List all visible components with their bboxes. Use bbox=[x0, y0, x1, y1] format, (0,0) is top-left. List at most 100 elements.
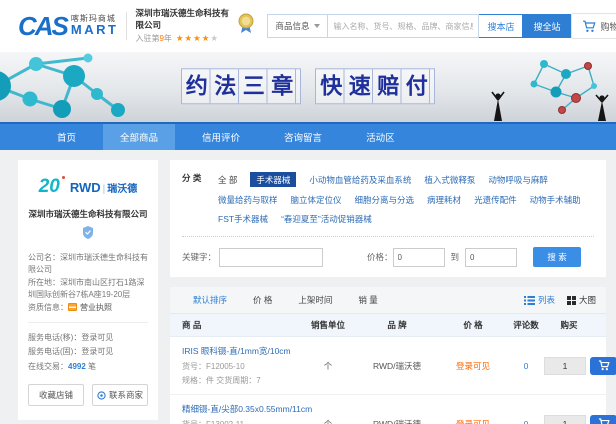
search-category-dropdown[interactable]: 商品信息 bbox=[267, 14, 327, 38]
quantity-input[interactable] bbox=[544, 415, 586, 424]
product-cell: 精细镊-直/尖部0.35x0.55mm/11cm 货号：F13002-11 规格… bbox=[182, 403, 300, 424]
category-links: 全 部 手术器械 小动物血管给药及采血系统 植入式微释泵 动物呼吸与麻醉 微量给… bbox=[214, 172, 594, 225]
star-icon: ★ bbox=[193, 34, 201, 43]
category-surgery-assist[interactable]: 动物手术辅助 bbox=[530, 194, 581, 206]
address-line: 所在地：深圳市南山区打石1路深圳国际创新谷7栋A座19-20层 bbox=[28, 277, 148, 302]
table-row: IRIS 眼科镊-直/1mm宽/10cm 货号：F12005-10 规格：件 交… bbox=[170, 337, 606, 395]
shop-name: 深圳市瑞沃德生命科技有限公司 bbox=[28, 208, 148, 220]
store-rating: 入驻第9年 ★★★★★ bbox=[135, 33, 235, 44]
nav-item-message[interactable]: 咨询留言 bbox=[267, 124, 339, 150]
price-login-to-view[interactable]: 登录可见 bbox=[438, 418, 508, 424]
category-micro-dosing[interactable]: 微量给药与取样 bbox=[218, 194, 278, 206]
table-row: 精细镊-直/尖部0.35x0.55mm/11cm 货号：F13002-11 规格… bbox=[170, 395, 606, 424]
category-surgical-instruments[interactable]: 手术器械 bbox=[250, 172, 296, 187]
search-category-label: 商品信息 bbox=[275, 20, 309, 32]
molecule-graphic-right bbox=[484, 54, 614, 122]
column-comments: 评论数 bbox=[508, 319, 544, 331]
search-all-site-button[interactable]: 搜全站 bbox=[523, 14, 570, 38]
top-bar: CAS 喀斯玛商城 MART 深圳市瑞沃德生命科技有限公司 入驻第9年 ★★★★… bbox=[0, 0, 616, 52]
sort-tab-price[interactable]: 价 格 bbox=[240, 287, 285, 314]
star-icon: ★ bbox=[202, 34, 210, 43]
product-list-card: 默认排序 价 格 上架时间 销 量 列表 bbox=[170, 287, 606, 424]
shield-badge-icon bbox=[82, 226, 94, 239]
nav-item-activity[interactable]: 活动区 bbox=[349, 124, 412, 150]
view-toggle-grid[interactable]: 大图 bbox=[567, 294, 596, 306]
category-optogenetics[interactable]: 光遗传配件 bbox=[474, 194, 517, 206]
casmart-logo[interactable]: CAS 喀斯玛商城 MART bbox=[18, 13, 118, 39]
brand-cell: RWD/瑞沃德 bbox=[356, 418, 438, 424]
person-silhouette-icons bbox=[492, 92, 608, 121]
price-from-input[interactable] bbox=[393, 248, 445, 267]
comments-count-link[interactable]: 0 bbox=[508, 419, 544, 424]
cart-icon bbox=[598, 360, 610, 371]
contact-seller-button[interactable]: 联系商家 bbox=[92, 384, 148, 406]
column-brand: 品 牌 bbox=[356, 319, 438, 331]
main-panel: 分 类 全 部 手术器械 小动物血管给药及采血系统 植入式微释泵 动物呼吸与麻醉… bbox=[170, 160, 606, 424]
category-promo-instruments[interactable]: “春迎夏至”活动促销器械 bbox=[281, 213, 372, 225]
license-icon bbox=[68, 303, 77, 311]
headset-icon bbox=[97, 391, 106, 400]
chevron-down-icon bbox=[314, 24, 320, 28]
phone-fixed-line: 服务电话(固)：登录可见 bbox=[28, 345, 148, 359]
product-name-link[interactable]: 精细镊-直/尖部0.35x0.55mm/11cm bbox=[182, 403, 300, 415]
category-cell-separation[interactable]: 细胞分离与分选 bbox=[355, 194, 415, 206]
slogan-right: 快速赔付 bbox=[315, 68, 435, 104]
cart-button[interactable]: 购物车 0 bbox=[571, 13, 616, 39]
grid-view-icon bbox=[567, 296, 576, 305]
favorite-shop-button[interactable]: 收藏店铺 bbox=[28, 384, 84, 406]
nav-item-credit[interactable]: 信用评价 bbox=[185, 124, 257, 150]
favorite-shop-label: 收藏店铺 bbox=[39, 389, 73, 401]
category-all[interactable]: 全 部 bbox=[218, 174, 237, 186]
price-label: 价格： bbox=[367, 251, 393, 263]
product-name-link[interactable]: IRIS 眼科镊-直/1mm宽/10cm bbox=[182, 345, 300, 357]
category-stereotaxic[interactable]: 脑立体定位仪 bbox=[291, 194, 342, 206]
grid-view-label: 大图 bbox=[579, 294, 596, 306]
list-view-label: 列表 bbox=[538, 294, 555, 306]
store-name[interactable]: 深圳市瑞沃德生命科技有限公司 bbox=[135, 8, 235, 30]
quantity-input[interactable] bbox=[544, 357, 586, 375]
keyword-input[interactable] bbox=[219, 248, 323, 267]
unit-cell: 个 bbox=[300, 418, 356, 424]
certificate-line: 资质信息：营业执照 bbox=[28, 302, 148, 314]
filter-search-button[interactable]: 搜 索 bbox=[533, 247, 581, 267]
star-icon: ★ bbox=[176, 34, 184, 43]
category-vascular-dosing[interactable]: 小动物血管给药及采血系统 bbox=[309, 174, 411, 186]
cart-icon bbox=[582, 20, 596, 33]
product-sku: 货号：F12005-10 bbox=[182, 361, 300, 372]
shop-info-card: 20 RWD | 瑞沃德 深圳市瑞沃德生命科技有限公司 公司名：深圳市瑞沃德生命… bbox=[18, 160, 158, 420]
store-years: 入驻第9年 bbox=[135, 33, 171, 44]
rwd-brand-text: RWD bbox=[70, 180, 101, 195]
keyword-search-row: 关键字： 价格： 到 搜 索 bbox=[182, 247, 594, 267]
promo-banner[interactable]: 约法三章 快速赔付 bbox=[0, 52, 616, 122]
add-to-cart-button[interactable] bbox=[590, 357, 616, 375]
slogan-left: 约法三章 bbox=[181, 68, 301, 104]
category-pathology[interactable]: 病理耗材 bbox=[427, 194, 461, 206]
brand-cell: RWD/瑞沃德 bbox=[356, 360, 438, 372]
sort-tab-sales[interactable]: 销 量 bbox=[345, 287, 390, 314]
price-to-input[interactable] bbox=[465, 248, 517, 267]
category-implantable-pump[interactable]: 植入式微释泵 bbox=[424, 174, 475, 186]
comments-count-link[interactable]: 0 bbox=[508, 361, 544, 371]
divider bbox=[126, 12, 127, 40]
nav-item-home[interactable]: 首页 bbox=[40, 124, 93, 150]
content-area: 20 RWD | 瑞沃德 深圳市瑞沃德生命科技有限公司 公司名：深圳市瑞沃德生命… bbox=[0, 150, 616, 424]
view-toggle-list[interactable]: 列表 bbox=[524, 294, 555, 306]
search-input[interactable] bbox=[327, 14, 479, 38]
sort-tab-time[interactable]: 上架时间 bbox=[285, 287, 345, 314]
company-name-line: 公司名：深圳市瑞沃德生命科技有限公司 bbox=[28, 252, 148, 277]
price-login-to-view[interactable]: 登录可见 bbox=[438, 360, 508, 372]
trade-count: 4992 bbox=[68, 362, 86, 371]
business-license-link[interactable]: 营业执照 bbox=[80, 303, 112, 312]
rwd-brand-logo: 20 RWD | 瑞沃德 bbox=[28, 176, 148, 198]
category-filter-card: 分 类 全 部 手术器械 小动物血管给药及采血系统 植入式微释泵 动物呼吸与麻醉… bbox=[170, 160, 606, 277]
sort-tab-default[interactable]: 默认排序 bbox=[180, 287, 240, 314]
logo-separator: | bbox=[103, 184, 106, 195]
nav-item-all-products[interactable]: 全部商品 bbox=[103, 124, 175, 150]
product-sku: 货号：F13002-11 bbox=[182, 419, 300, 424]
main-navigation: 首页 全部商品 信用评价 咨询留言 活动区 bbox=[0, 122, 616, 150]
category-animal-respiration[interactable]: 动物呼吸与麻醉 bbox=[488, 174, 548, 186]
column-buy: 购买 bbox=[544, 319, 594, 331]
add-to-cart-button[interactable] bbox=[590, 415, 616, 424]
search-this-store-button[interactable]: 搜本店 bbox=[479, 14, 523, 38]
category-fst-instruments[interactable]: FST手术器械 bbox=[218, 213, 268, 225]
